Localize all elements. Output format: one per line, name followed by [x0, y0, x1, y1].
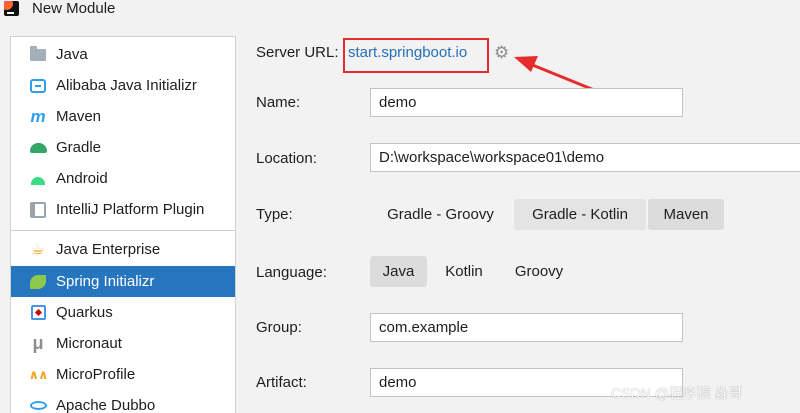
- name-label: Name:: [256, 94, 301, 111]
- sidebar-item-microprofile[interactable]: ∧∧ MicroProfile: [11, 359, 235, 390]
- sidebar-item-label: Java: [56, 46, 88, 63]
- location-field[interactable]: D:\workspace\workspace01\demo: [370, 143, 800, 172]
- type-option-gradle-kotlin[interactable]: Gradle - Kotlin: [514, 199, 646, 230]
- sidebar-item-alibaba-java-initializr[interactable]: Alibaba Java Initializr: [11, 70, 235, 101]
- folder-icon: [29, 45, 47, 63]
- sidebar-item-intellij-platform-plugin[interactable]: IntelliJ Platform Plugin: [11, 194, 235, 225]
- spring-icon: [29, 273, 47, 290]
- sidebar-item-label: Alibaba Java Initializr: [56, 77, 197, 94]
- maven-icon: m: [30, 107, 46, 126]
- dubbo-icon: [29, 397, 47, 413]
- sidebar-item-android[interactable]: Android: [11, 163, 235, 194]
- android-icon: [29, 170, 47, 187]
- plugin-icon: [29, 201, 47, 218]
- sidebar-item-label: Gradle: [56, 139, 102, 156]
- type-label: Type:: [256, 206, 293, 223]
- sidebar-item-label: Maven: [56, 108, 102, 125]
- sidebar-item-maven[interactable]: m Maven: [11, 101, 235, 132]
- alibaba-icon: [29, 77, 47, 94]
- group-field[interactable]: com.example: [370, 313, 683, 342]
- sidebar-item-micronaut[interactable]: μ Micronaut: [11, 328, 235, 359]
- window-title: New Module: [32, 0, 116, 17]
- quarkus-icon: [29, 304, 47, 321]
- language-label: Language:: [256, 264, 327, 281]
- sidebar-item-label: Micronaut: [56, 335, 122, 352]
- java-enterprise-icon: ☕: [31, 241, 45, 258]
- sidebar-item-label: Quarkus: [56, 304, 113, 321]
- micronaut-icon: μ: [32, 333, 44, 353]
- language-option-java[interactable]: Java: [370, 256, 427, 287]
- sidebar-item-gradle[interactable]: Gradle: [11, 132, 235, 163]
- type-option-gradle-groovy[interactable]: Gradle - Groovy: [373, 199, 508, 230]
- intellij-idea-icon: [4, 1, 19, 16]
- title-bar: New Module: [0, 0, 800, 20]
- sidebar-item-java-enterprise[interactable]: ☕ Java Enterprise: [11, 234, 235, 265]
- sidebar-item-java[interactable]: Java: [11, 39, 235, 70]
- sidebar-divider: [11, 230, 235, 231]
- name-field[interactable]: demo: [370, 88, 683, 117]
- sidebar-item-label: Android: [56, 170, 108, 187]
- language-option-kotlin[interactable]: Kotlin: [433, 256, 495, 287]
- language-option-groovy[interactable]: Groovy: [503, 256, 575, 287]
- type-option-maven[interactable]: Maven: [648, 199, 724, 230]
- sidebar-item-spring-initializr[interactable]: Spring Initializr: [11, 266, 235, 297]
- sidebar-item-quarkus[interactable]: Quarkus: [11, 297, 235, 328]
- watermark: CSDN @程序猿 淼哥: [611, 385, 743, 401]
- annotation-highlight-box: [343, 38, 489, 73]
- sidebar-item-label: Java Enterprise: [56, 241, 161, 258]
- microprofile-icon: ∧∧: [28, 367, 48, 382]
- artifact-label: Artifact:: [256, 374, 307, 391]
- group-label: Group:: [256, 319, 302, 336]
- sidebar-item-label: Apache Dubbo: [56, 397, 156, 413]
- server-url-label: Server URL:: [256, 44, 339, 61]
- gradle-icon: [29, 139, 47, 156]
- sidebar-item-apache-dubbo[interactable]: Apache Dubbo: [11, 390, 235, 413]
- sidebar-item-label: MicroProfile: [56, 366, 136, 383]
- location-label: Location:: [256, 150, 317, 167]
- sidebar-item-label: Spring Initializr: [56, 273, 155, 290]
- gear-icon[interactable]: ⚙: [494, 43, 509, 62]
- generator-list: Java Alibaba Java Initializr m Maven Gra…: [10, 36, 236, 413]
- sidebar-item-label: IntelliJ Platform Plugin: [56, 201, 205, 218]
